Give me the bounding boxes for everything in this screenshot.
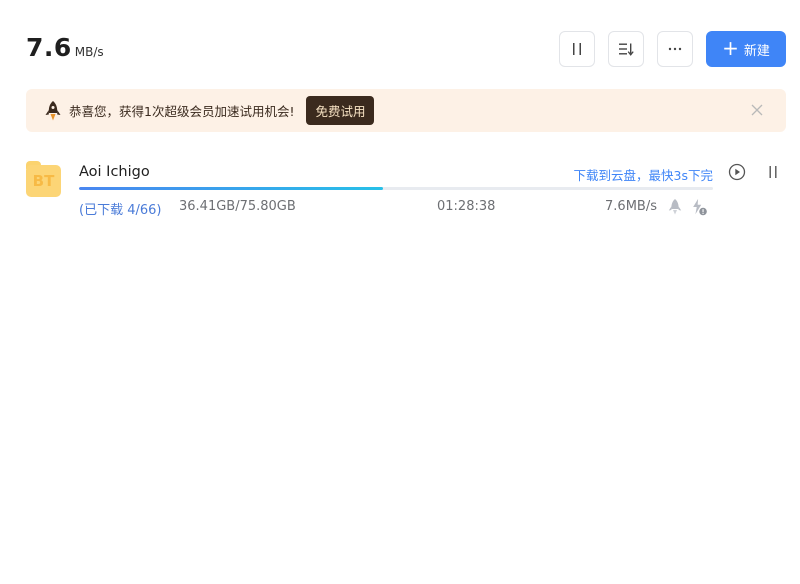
promo-banner: 恭喜您，获得1次超级会员加速试用机会! 免费试用 [26, 89, 786, 132]
files-status[interactable]: (已下载 4/66) [79, 199, 161, 218]
play-icon[interactable] [727, 162, 747, 182]
close-icon[interactable] [748, 101, 766, 119]
time-remaining: 01:28:38 [437, 199, 496, 214]
new-task-label: 新建 [743, 43, 770, 59]
boost-lightning-icon[interactable] [690, 197, 708, 217]
speed-value: 7.6 [26, 33, 72, 62]
rocket-icon [43, 99, 63, 123]
pause-icon [571, 42, 583, 56]
pause-all-button[interactable] [559, 31, 595, 67]
sort-button[interactable] [608, 31, 644, 67]
new-task-button[interactable]: + 新建 [706, 31, 786, 67]
bt-file-icon[interactable]: BT [26, 161, 61, 197]
free-trial-button[interactable]: 免费试用 [306, 96, 375, 125]
download-rate: 7.6MB/s [605, 199, 657, 214]
progress-fill [79, 187, 384, 190]
download-to-cloud-link[interactable]: 下载到云盘，最快3s下完 [574, 165, 713, 184]
sort-icon [618, 42, 634, 56]
plus-icon: + [722, 36, 739, 60]
promo-message: 恭喜您，获得1次超级会员加速试用机会! [69, 104, 295, 119]
more-icon [668, 47, 682, 51]
download-progress-bar [79, 187, 713, 190]
task-name[interactable]: Aoi Ichigo [79, 164, 150, 180]
more-button[interactable] [657, 31, 693, 67]
download-speed: 7.6 MB/s [26, 33, 104, 62]
bt-icon-label: BT [32, 172, 55, 190]
size-progress: 36.41GB/75.80GB [179, 199, 296, 214]
accelerate-rocket-icon[interactable] [666, 197, 684, 217]
speed-unit: MB/s [74, 45, 104, 59]
task-pause-icon[interactable] [763, 162, 783, 182]
